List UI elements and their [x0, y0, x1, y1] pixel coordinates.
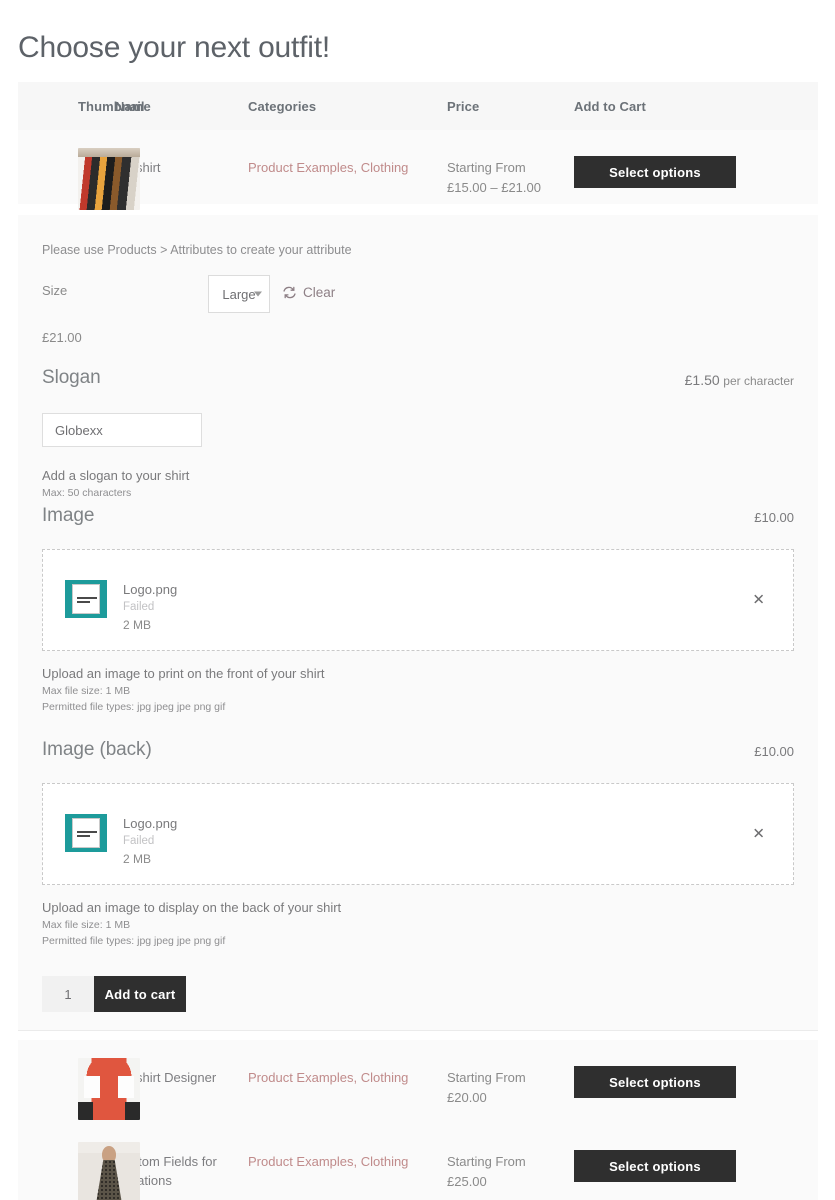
product-thumbnail-teeshirt-designer[interactable]: [78, 1058, 140, 1120]
file-status: Failed: [123, 601, 155, 613]
remove-file-icon[interactable]: ✕: [752, 593, 765, 608]
attribute-note: Please use Products > Attributes to crea…: [42, 243, 352, 257]
select-options-button[interactable]: Select options: [574, 1150, 736, 1182]
table-row: Teeshirt Product Examples, Clothing Star…: [18, 130, 818, 210]
image-front-max-size: Max file size: 1 MB: [42, 685, 131, 697]
attribute-label-size: Size: [42, 283, 68, 298]
field-title-slogan: Slogan: [42, 367, 101, 388]
products-table-continued: Teeshirt Designer Product Examples, Clot…: [18, 1040, 818, 1200]
column-header-name: Name: [115, 98, 151, 114]
file-name: Logo.png: [123, 582, 178, 597]
selected-variation-price: £21.00: [42, 330, 82, 345]
price-value: £25.00: [447, 1174, 487, 1189]
uploaded-file-item: Logo.png Failed 2 MB: [65, 814, 177, 868]
slogan-helper: Add a slogan to your shirt: [42, 468, 190, 483]
product-thumbnail-custom-fields[interactable]: [78, 1142, 140, 1200]
field-slogan: Slogan £1.50 per character Add a slogan …: [42, 367, 794, 501]
slogan-price-amount: £1.50: [684, 372, 720, 388]
price-label: Starting From: [447, 1070, 526, 1085]
price-label: Starting From: [447, 160, 526, 175]
image-back-dropzone[interactable]: Logo.png Failed 2 MB ✕: [42, 783, 794, 885]
field-price-slogan: £1.50 per character: [685, 372, 794, 388]
image-back-max-size: Max file size: 1 MB: [42, 919, 131, 931]
slogan-helper-sub: Max: 50 characters: [42, 487, 132, 499]
product-categories[interactable]: Product Examples, Clothing: [248, 148, 447, 178]
product-price: Starting From £20.00: [447, 1058, 574, 1108]
products-table: Thumbnail Name Categories Price Add to C…: [18, 82, 818, 210]
image-front-dropzone[interactable]: Logo.png Failed 2 MB ✕: [42, 549, 794, 651]
product-thumbnail-teeshirt[interactable]: [78, 148, 140, 210]
size-select[interactable]: Large: [208, 275, 270, 313]
file-name: Logo.png: [123, 816, 178, 831]
add-to-cart-button[interactable]: Add to cart: [94, 976, 186, 1012]
refresh-icon: [282, 285, 297, 300]
image-back-file-types: Permitted file types: jpg jpeg jpe png g…: [42, 935, 226, 947]
table-header: Thumbnail Name Categories Price Add to C…: [18, 82, 818, 130]
product-price: Starting From £25.00: [447, 1142, 574, 1192]
column-header-categories: Categories: [248, 98, 317, 114]
file-status: Failed: [123, 835, 155, 847]
add-to-cart-row: Add to cart: [42, 976, 186, 1012]
price-label: Starting From: [447, 1154, 526, 1169]
select-options-button[interactable]: Select options: [574, 156, 736, 188]
field-image-front: Image £10.00 Logo.png Failed 2 MB ✕ Uplo…: [42, 505, 794, 715]
field-title-image-front: Image: [42, 505, 95, 526]
quantity-input[interactable]: [42, 976, 94, 1012]
file-thumbnail-icon: [65, 814, 107, 852]
field-price-image-back: £10.00: [754, 744, 794, 759]
file-thumbnail-icon: [65, 580, 107, 618]
column-header-price: Price: [447, 98, 480, 114]
file-size: 2 MB: [123, 618, 152, 632]
page-title: Choose your next outfit!: [18, 31, 331, 65]
uploaded-file-item: Logo.png Failed 2 MB: [65, 580, 177, 634]
select-options-button[interactable]: Select options: [574, 1066, 736, 1098]
row-divider: [18, 1030, 818, 1031]
attribute-size-row: Size Large Clear: [42, 275, 794, 319]
product-categories[interactable]: Product Examples, Clothing: [248, 1142, 447, 1172]
field-title-image-back: Image (back): [42, 739, 152, 760]
image-front-helper: Upload an image to print on the front of…: [42, 666, 325, 681]
chevron-down-icon: [254, 291, 262, 297]
table-row: Teeshirt Designer Product Examples, Clot…: [18, 1040, 818, 1124]
slogan-price-unit: per character: [723, 374, 794, 388]
variation-options-panel: Please use Products > Attributes to crea…: [18, 215, 818, 1030]
slogan-input[interactable]: [42, 413, 202, 447]
file-size: 2 MB: [123, 852, 152, 866]
image-front-file-types: Permitted file types: jpg jpeg jpe png g…: [42, 701, 226, 713]
clear-variation-link[interactable]: Clear: [282, 285, 335, 300]
remove-file-icon[interactable]: ✕: [752, 827, 765, 842]
column-header-thumbnail: Thumbnail: [78, 98, 145, 114]
size-select-value: Large: [222, 286, 256, 302]
field-price-image-front: £10.00: [754, 510, 794, 525]
field-image-back: Image (back) £10.00 Logo.png Failed 2 MB…: [42, 739, 794, 949]
product-categories[interactable]: Product Examples, Clothing: [248, 1058, 447, 1088]
product-listing-page: Choose your next outfit! Thumbnail Name …: [0, 0, 835, 1200]
image-back-helper: Upload an image to display on the back o…: [42, 900, 342, 915]
table-row: Custom Fields for Variations Product Exa…: [18, 1124, 818, 1200]
column-header-add-to-cart: Add to Cart: [574, 98, 646, 114]
clear-label: Clear: [303, 285, 336, 300]
product-price: Starting From £15.00 – £21.00: [447, 148, 574, 198]
price-value: £15.00 – £21.00: [447, 180, 541, 195]
price-value: £20.00: [447, 1090, 487, 1105]
